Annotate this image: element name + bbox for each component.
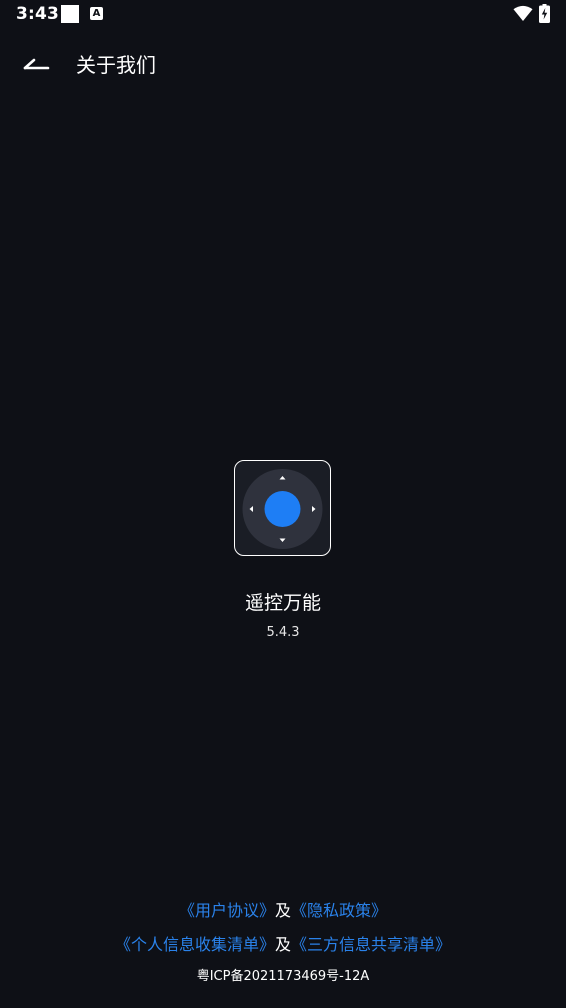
square-notification-icon — [61, 5, 79, 23]
about-us-screen: 3:43 A 关于我们 遥控万能 5.4.3 《用户协议》及《隐私政策》 《个人… — [0, 0, 566, 1008]
info-list-links: 《个人信息收集清单》及《三方信息共享清单》 — [0, 931, 566, 955]
back-button[interactable] — [20, 48, 54, 76]
personal-info-list-link[interactable]: 《个人信息收集清单》 — [115, 935, 275, 954]
conjunction-text: 及 — [274, 935, 291, 954]
wifi-icon — [513, 5, 533, 21]
app-icon — [234, 460, 331, 556]
battery-charging-icon — [539, 4, 550, 23]
third-party-share-list-link[interactable]: 《三方信息共享清单》 — [291, 935, 451, 954]
user-agreement-link[interactable]: 《用户协议》 — [179, 901, 275, 920]
privacy-policy-link[interactable]: 《隐私政策》 — [291, 901, 387, 920]
app-name: 遥控万能 — [244, 592, 321, 614]
page-title: 关于我们 — [76, 53, 156, 77]
agreement-links: 《用户协议》及《隐私政策》 — [0, 897, 566, 921]
back-arrow-icon — [23, 58, 50, 70]
a-notification-icon: A — [90, 7, 103, 20]
status-bar: 3:43 A — [0, 0, 566, 30]
app-header: 关于我们 — [0, 40, 566, 84]
app-version: 5.4.3 — [266, 625, 300, 640]
conjunction-text: 及 — [274, 901, 291, 920]
remote-dpad-icon — [242, 469, 323, 549]
icp-record: 粤ICP备2021173469号-12A — [196, 969, 370, 984]
status-time: 3:43 — [16, 4, 60, 24]
